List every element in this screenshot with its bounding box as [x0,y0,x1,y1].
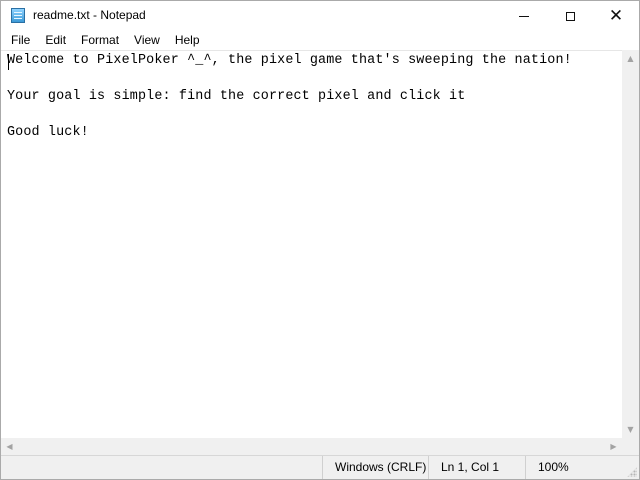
notepad-window: readme.txt - Notepad ✕ File Edit Format … [0,0,640,480]
scrollbar-corner [622,438,639,455]
status-zoom: 100% [525,456,639,479]
menu-help[interactable]: Help [167,31,207,50]
minimize-button[interactable] [501,1,547,31]
scroll-right-button[interactable]: ▶ [605,438,622,455]
chevron-up-icon: ▲ [627,54,634,63]
menu-file[interactable]: File [1,31,37,50]
text-caret [8,54,9,70]
menu-edit[interactable]: Edit [37,31,73,50]
scroll-left-button[interactable]: ◀ [1,438,18,455]
scroll-up-button[interactable]: ▲ [622,50,639,67]
maximize-icon [565,11,575,21]
editor-line: Welcome to PixelPoker ^_^, the pixel gam… [7,53,572,68]
close-icon: ✕ [608,5,624,26]
editor-line: Good luck! [7,125,89,140]
menu-bar: File Edit Format View Help [1,31,639,50]
vertical-scrollbar[interactable]: ▲ ▼ [622,50,639,438]
title-bar[interactable]: readme.txt - Notepad ✕ [1,1,639,31]
menu-format[interactable]: Format [73,31,126,50]
horizontal-scrollbar[interactable]: ◀ ▶ [1,438,622,455]
window-title: readme.txt - Notepad [33,8,146,22]
status-bar: Windows (CRLF) Ln 1, Col 1 100% [1,455,639,479]
chevron-left-icon: ◀ [6,442,13,451]
close-button[interactable]: ✕ [593,1,639,31]
maximize-button[interactable] [547,1,593,31]
chevron-down-icon: ▼ [627,425,634,434]
editor-line: Your goal is simple: find the correct pi… [7,89,466,104]
scroll-down-button[interactable]: ▼ [622,421,639,438]
status-encoding: Windows (CRLF) [322,456,428,479]
text-editor[interactable]: Welcome to PixelPoker ^_^, the pixel gam… [1,50,622,439]
status-cursor-position: Ln 1, Col 1 [428,456,525,479]
menu-view[interactable]: View [126,31,167,50]
notepad-icon [11,8,25,23]
chevron-right-icon: ▶ [610,442,617,451]
minimize-icon [519,15,529,17]
